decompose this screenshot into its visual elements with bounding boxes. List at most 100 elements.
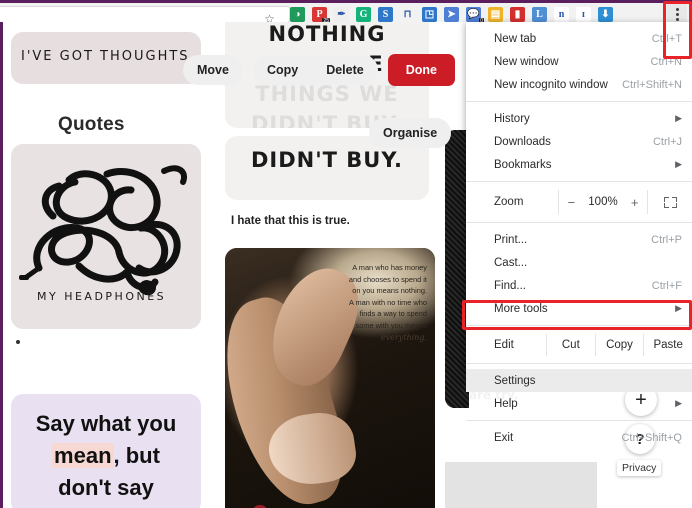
kebab-dot [675, 12, 679, 16]
menu-item-label: Help [494, 397, 518, 410]
menu-item-label: Downloads [494, 135, 551, 148]
submenu-arrow-icon: ▶ [675, 159, 682, 169]
extension-glyph: ◳ [424, 9, 435, 20]
menu-item-shortcut: Ctrl+J [652, 135, 682, 148]
right-white-gutter [597, 408, 692, 508]
menu-item-find[interactable]: Find... Ctrl+F [466, 274, 692, 297]
chat-extension[interactable]: 💬 0 [466, 7, 484, 25]
done-button[interactable]: Done [387, 54, 455, 86]
extension-glyph: ɪ [582, 9, 585, 20]
extension-glyph: ◑ [294, 9, 301, 20]
menu-item-shortcut: Ctrl+T [651, 32, 682, 45]
menu-item-label: Settings [494, 374, 536, 387]
pin-say-what-you-mean[interactable]: Say what you mean, but don't say [11, 394, 201, 508]
menu-item-label: History [494, 112, 530, 125]
pin-thoughts[interactable]: I'VE GOT THOUGHTS MORE THOUGHTS THAN [11, 32, 201, 84]
search-extension[interactable]: ◳ [422, 7, 437, 22]
paste-button[interactable]: Paste [644, 339, 692, 351]
menu-item-label: Find... [494, 279, 526, 292]
menu-group-new: New tab Ctrl+T New window Ctrl+N New incogni… [466, 27, 692, 96]
zoom-controls: − 100% + [559, 195, 647, 210]
lastpass-extension[interactable]: L [532, 7, 547, 22]
pin-didnt-line: DIDN'T BUY. [250, 148, 404, 172]
menu-item-label: More tools [494, 302, 548, 315]
scroll-dot-marker [16, 340, 20, 344]
menu-group-settings: Settings Help ▶ [466, 369, 692, 415]
screenshot-root: ☆ ◑ P25 ✒ G S ⊓ ◳ ➤ 💬0 ▤ ▮ Ln ɪ ⬇ I'VE GOT THOUGHTS M… [0, 0, 692, 508]
menu-item-new-incognito-window[interactable]: New incognito window Ctrl+Shift+N [466, 73, 692, 96]
menu-item-new-tab[interactable]: New tab Ctrl+T [466, 27, 692, 50]
pocket-extension[interactable]: ◑ [290, 7, 305, 22]
menu-group-exit: Exit Ctrl+Shift+Q [466, 426, 692, 449]
move-button[interactable]: Move [183, 55, 243, 85]
zoom-label: Zoom [494, 196, 524, 208]
menu-item-shortcut: Ctrl+P [651, 233, 682, 246]
pin-nothing-line1: NOTHING [268, 22, 386, 46]
quote-line-5: finds a way to spend [359, 309, 427, 319]
menu-item-print[interactable]: Print... Ctrl+P [466, 228, 692, 251]
extension-glyph: G [359, 9, 368, 20]
quote-line-3: on you means nothing. [352, 286, 427, 296]
colorpick-eyedropper-extension[interactable]: ✒ [334, 7, 349, 22]
menu-item-settings[interactable]: Settings [466, 369, 692, 392]
screencastify-extension[interactable]: S [378, 7, 393, 22]
cursor-extension[interactable]: ➤ [444, 7, 459, 22]
menu-item-exit[interactable]: Exit Ctrl+Shift+Q [466, 426, 692, 449]
menu-item-downloads[interactable]: Downloads Ctrl+J [466, 130, 692, 153]
menu-item-shortcut: Ctrl+N [650, 55, 682, 68]
zoom-out-button[interactable]: − [564, 195, 580, 210]
chrome-dropdown-menu: New tab Ctrl+T New window Ctrl+N New incogni… [466, 22, 692, 444]
menu-item-more-tools[interactable]: More tools ▶ [466, 297, 692, 320]
delete-button[interactable]: Delete [312, 55, 378, 85]
menu-item-shortcut: Ctrl+Shift+Q [621, 431, 682, 444]
pin-hands-photo[interactable]: A man who has money and chooses to spend… [225, 248, 435, 508]
kebab-dot [675, 17, 679, 21]
chrome-menu-button[interactable] [667, 4, 687, 24]
address-bar[interactable]: ☆ [0, 6, 290, 25]
menu-item-label: Print... [494, 233, 528, 246]
menu-item-cast[interactable]: Cast... [466, 251, 692, 274]
grammarly-extension[interactable]: G [356, 7, 371, 22]
copy-button[interactable]: Copy [253, 55, 312, 85]
edit-row: Edit Cut Copy Paste [466, 331, 692, 358]
hands-quote-overlay: A man who has money and chooses to spend… [305, 262, 427, 343]
menu-item-label: Bookmarks [494, 158, 552, 171]
evernote-extension[interactable]: n [554, 7, 569, 22]
pin-mean-line2: mean, but [11, 440, 201, 472]
edit-label: Edit [494, 338, 514, 351]
fullscreen-button[interactable] [648, 196, 692, 208]
tangled-cord-illustration [19, 165, 187, 296]
squiggle-extension[interactable]: ɪ [576, 7, 591, 22]
copy-menu-button[interactable]: Copy [596, 339, 644, 351]
menu-item-label: Cast... [494, 256, 528, 269]
privacy-tooltip[interactable]: Privacy [617, 460, 662, 476]
zoom-in-button[interactable]: + [627, 195, 643, 210]
organise-button[interactable]: Organise [369, 118, 452, 148]
menu-separator [466, 222, 692, 223]
extension-glyph: ▮ [514, 9, 521, 20]
menu-item-label: New window [494, 55, 559, 68]
menu-separator [466, 420, 692, 421]
menu-item-bookmarks[interactable]: Bookmarks ▶ [466, 153, 692, 176]
extension-glyph: ▤ [490, 9, 501, 20]
quote-line-7: everything. [380, 332, 427, 342]
pin-headphones[interactable]: MY HEADPHONES [11, 144, 201, 329]
pin-mean-line3: don't say [58, 475, 154, 500]
pin-mean-line2b: , but [113, 443, 160, 468]
cut-button[interactable]: Cut [547, 339, 595, 351]
red-book-extension[interactable]: ▮ [510, 7, 525, 22]
extension-glyph: S [382, 9, 389, 20]
printfriendly-extension[interactable]: P 25 [312, 7, 330, 25]
menu-item-new-window[interactable]: New window Ctrl+N [466, 50, 692, 73]
menu-item-label: New incognito window [494, 78, 608, 91]
download-extension[interactable]: ⬇ [598, 7, 613, 22]
menu-separator [466, 325, 692, 326]
browser-toolbar: ☆ ◑ P 25 ✒ G S ⊓ ◳ ➤ 💬 0 ▤ ▮ Ln ɪ ⬇ [0, 0, 692, 25]
menu-item-help[interactable]: Help ▶ [466, 392, 692, 415]
save-to-pocket-extension[interactable]: ⊓ [400, 7, 415, 22]
copy-delete-group: Copy Delete [252, 55, 378, 85]
menu-separator [466, 101, 692, 102]
pin-headphones-label: MY HEADPHONES [37, 290, 167, 303]
menu-item-history[interactable]: History ▶ [466, 107, 692, 130]
news-extension[interactable]: ▤ [488, 7, 503, 22]
